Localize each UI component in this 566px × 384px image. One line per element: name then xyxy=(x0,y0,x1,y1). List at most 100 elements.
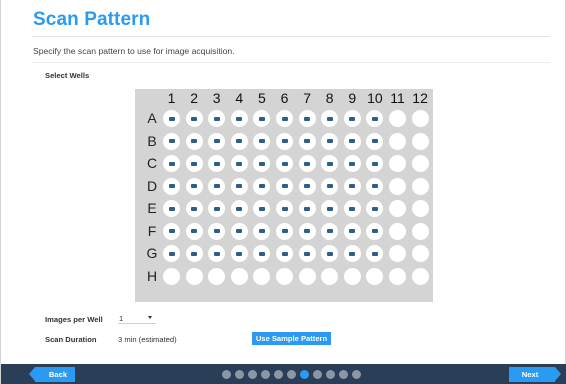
well-A10[interactable] xyxy=(366,110,384,127)
well-D2[interactable] xyxy=(185,177,203,195)
well-G8[interactable] xyxy=(321,245,339,262)
well-F5[interactable] xyxy=(253,222,271,240)
next-button[interactable]: Next xyxy=(509,367,561,382)
well-F3[interactable] xyxy=(208,222,226,240)
well-C10[interactable] xyxy=(366,155,384,172)
well-H1[interactable] xyxy=(163,267,180,285)
well-B1[interactable] xyxy=(163,132,180,150)
well-B3[interactable] xyxy=(208,132,226,150)
well-F2[interactable] xyxy=(185,222,203,240)
well-G4[interactable] xyxy=(230,245,248,262)
well-D10[interactable] xyxy=(366,177,384,195)
well-H7[interactable] xyxy=(298,267,316,285)
well-B11[interactable] xyxy=(389,132,406,150)
well-E12[interactable] xyxy=(411,200,429,217)
well-A4[interactable] xyxy=(230,110,248,127)
well-D5[interactable] xyxy=(253,177,271,195)
well-C8[interactable] xyxy=(321,155,339,172)
well-E7[interactable] xyxy=(298,200,316,217)
well-E5[interactable] xyxy=(253,200,271,217)
well-A7[interactable] xyxy=(298,110,316,127)
well-C2[interactable] xyxy=(185,155,203,172)
well-C9[interactable] xyxy=(343,155,361,172)
well-A3[interactable] xyxy=(208,110,226,127)
well-D8[interactable] xyxy=(321,177,339,195)
well-C7[interactable] xyxy=(298,155,316,172)
well-D4[interactable] xyxy=(230,177,248,195)
well-A5[interactable] xyxy=(253,110,271,127)
well-H11[interactable] xyxy=(389,267,406,285)
well-H6[interactable] xyxy=(276,267,293,285)
well-E3[interactable] xyxy=(208,200,226,217)
well-E2[interactable] xyxy=(185,200,203,217)
well-A8[interactable] xyxy=(321,110,339,127)
well-A9[interactable] xyxy=(343,110,361,127)
well-H8[interactable] xyxy=(321,267,339,285)
well-E4[interactable] xyxy=(230,200,248,217)
well-G11[interactable] xyxy=(389,245,406,262)
well-E11[interactable] xyxy=(389,200,406,217)
well-E10[interactable] xyxy=(366,200,384,217)
well-F6[interactable] xyxy=(276,222,293,240)
well-F1[interactable] xyxy=(163,222,180,240)
well-G3[interactable] xyxy=(208,245,226,262)
well-G9[interactable] xyxy=(343,245,361,262)
well-H12[interactable] xyxy=(411,267,429,285)
well-D11[interactable] xyxy=(389,177,406,195)
well-A11[interactable] xyxy=(389,110,406,127)
well-D6[interactable] xyxy=(276,177,293,195)
well-D1[interactable] xyxy=(163,177,180,195)
well-G2[interactable] xyxy=(185,245,203,262)
well-B2[interactable] xyxy=(185,132,203,150)
well-G7[interactable] xyxy=(298,245,316,262)
well-E8[interactable] xyxy=(321,200,339,217)
well-B9[interactable] xyxy=(343,132,361,150)
well-C12[interactable] xyxy=(411,155,429,172)
well-C11[interactable] xyxy=(389,155,406,172)
well-A6[interactable] xyxy=(276,110,293,127)
well-G6[interactable] xyxy=(276,245,293,262)
well-A12[interactable] xyxy=(411,110,429,127)
well-F12[interactable] xyxy=(411,222,429,240)
well-H9[interactable] xyxy=(343,267,361,285)
well-C5[interactable] xyxy=(253,155,271,172)
well-E9[interactable] xyxy=(343,200,361,217)
well-F9[interactable] xyxy=(343,222,361,240)
well-H5[interactable] xyxy=(253,267,271,285)
well-A1[interactable] xyxy=(163,110,180,127)
well-E1[interactable] xyxy=(163,200,180,217)
well-B10[interactable] xyxy=(366,132,384,150)
back-button[interactable]: Back xyxy=(29,367,75,382)
well-B12[interactable] xyxy=(411,132,429,150)
images-per-well-select[interactable]: 1 xyxy=(118,313,156,324)
well-G12[interactable] xyxy=(411,245,429,262)
well-A2[interactable] xyxy=(185,110,203,127)
well-B4[interactable] xyxy=(230,132,248,150)
well-G5[interactable] xyxy=(253,245,271,262)
well-G1[interactable] xyxy=(163,245,180,262)
well-B6[interactable] xyxy=(276,132,293,150)
well-B8[interactable] xyxy=(321,132,339,150)
well-C6[interactable] xyxy=(276,155,293,172)
well-D12[interactable] xyxy=(411,177,429,195)
well-C3[interactable] xyxy=(208,155,226,172)
well-B5[interactable] xyxy=(253,132,271,150)
well-E6[interactable] xyxy=(276,200,293,217)
well-F11[interactable] xyxy=(389,222,406,240)
well-G10[interactable] xyxy=(366,245,384,262)
well-H3[interactable] xyxy=(208,267,226,285)
well-D7[interactable] xyxy=(298,177,316,195)
well-D9[interactable] xyxy=(343,177,361,195)
well-H2[interactable] xyxy=(185,267,203,285)
well-F10[interactable] xyxy=(366,222,384,240)
well-F8[interactable] xyxy=(321,222,339,240)
well-F4[interactable] xyxy=(230,222,248,240)
well-C1[interactable] xyxy=(163,155,180,172)
well-H10[interactable] xyxy=(366,267,384,285)
use-sample-pattern-button[interactable]: Use Sample Pattern xyxy=(252,332,331,345)
well-B7[interactable] xyxy=(298,132,316,150)
well-C4[interactable] xyxy=(230,155,248,172)
well-D3[interactable] xyxy=(208,177,226,195)
well-F7[interactable] xyxy=(298,222,316,240)
well-H4[interactable] xyxy=(230,267,248,285)
